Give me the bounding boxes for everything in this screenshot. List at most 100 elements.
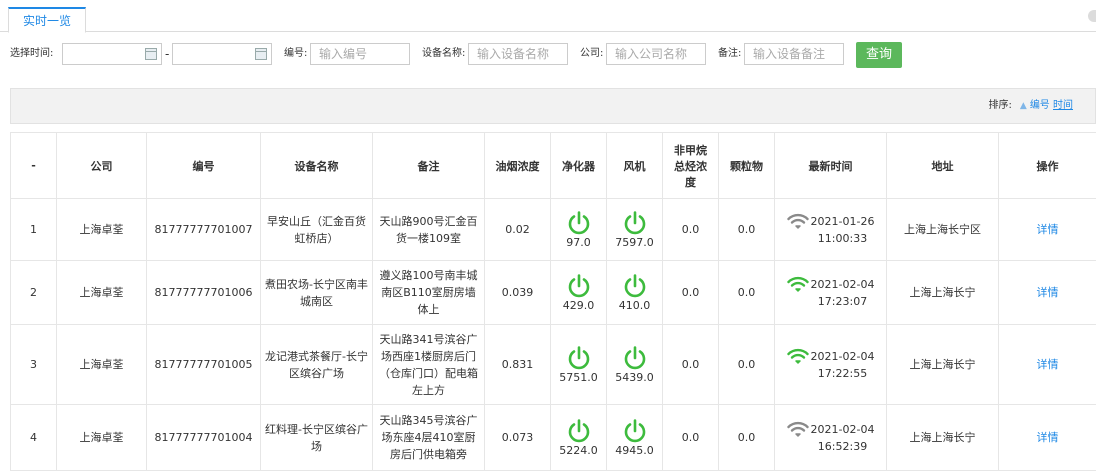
number-input[interactable]: 输入编号 xyxy=(310,43,410,65)
particles-text: 0.0 xyxy=(738,358,756,371)
detail-link[interactable]: 详情 xyxy=(1037,358,1059,371)
table-row: 2 上海卓荃 81777777701006 煮田农场-长宁区南丰城南区 遵义路1… xyxy=(11,261,1096,325)
power-icon xyxy=(566,345,592,371)
end-date-input[interactable] xyxy=(172,43,272,65)
scroll-indicator xyxy=(1088,10,1096,22)
nmhc-text: 0.0 xyxy=(682,223,700,236)
header-index: - xyxy=(11,133,57,199)
start-date-input[interactable] xyxy=(62,43,162,65)
cell-index: 3 xyxy=(11,325,57,405)
header-particles: 颗粒物 xyxy=(719,133,775,199)
sort-by-time-link[interactable]: 时间 xyxy=(1053,100,1073,111)
header-smoke: 油烟浓度 xyxy=(485,133,551,199)
power-icon xyxy=(622,345,648,371)
remark-text: 天山路900号汇金百货一楼109室 xyxy=(380,215,478,245)
cell-remark: 天山路900号汇金百货一楼109室 xyxy=(373,199,485,261)
company-label: 公司: xyxy=(580,42,603,66)
device-name-label: 设备名称: xyxy=(422,42,465,66)
device-table: - 公司 编号 设备名称 备注 油烟浓度 净化器 风机 非甲烷总烃浓度 颗粒物 … xyxy=(10,132,1096,471)
power-icon xyxy=(566,418,592,444)
cell-purifier: 5224.0 xyxy=(551,405,607,471)
cell-latest-time: 2021-01-2611:00:33 xyxy=(775,199,887,261)
cell-fan: 7597.0 xyxy=(607,199,663,261)
fan-value: 7597.0 xyxy=(611,236,658,249)
cell-action: 详情 xyxy=(999,405,1096,471)
company-input[interactable]: 输入公司名称 xyxy=(606,43,706,65)
table-row: 1 上海卓荃 81777777701007 早安山丘（汇金百货虹桥店） 天山路9… xyxy=(11,199,1096,261)
cell-action: 详情 xyxy=(999,199,1096,261)
cell-nmhc: 0.0 xyxy=(663,199,719,261)
cell-number: 81777777701005 xyxy=(147,325,261,405)
cell-number: 81777777701007 xyxy=(147,199,261,261)
cell-particles: 0.0 xyxy=(719,199,775,261)
cell-smoke: 0.039 xyxy=(485,261,551,325)
remark-input[interactable]: 输入设备备注 xyxy=(744,43,844,65)
tab-realtime-overview[interactable]: 实时一览 xyxy=(8,7,86,33)
cell-particles: 0.0 xyxy=(719,261,775,325)
fan-value: 410.0 xyxy=(611,299,658,312)
cell-device: 煮田农场-长宁区南丰城南区 xyxy=(261,261,373,325)
wifi-signal-icon xyxy=(787,348,809,364)
header-remark: 备注 xyxy=(373,133,485,199)
device-text: 煮田农场-长宁区南丰城南区 xyxy=(265,278,368,308)
cell-nmhc: 0.0 xyxy=(663,261,719,325)
address-text: 上海上海长宁 xyxy=(910,431,976,444)
device-name-input[interactable]: 输入设备名称 xyxy=(468,43,568,65)
wifi-signal-icon xyxy=(787,276,809,292)
date-text: 2021-02-04 xyxy=(811,350,875,363)
sort-by-number-link[interactable]: 编号 xyxy=(1030,100,1050,111)
cell-address: 上海上海长宁 xyxy=(887,405,999,471)
cell-purifier: 429.0 xyxy=(551,261,607,325)
query-button[interactable]: 查询 xyxy=(856,42,902,68)
remark-text: 天山路345号滨谷广场东座4层410室厨房后门供电箱旁 xyxy=(380,414,478,461)
date-text: 2021-01-26 xyxy=(811,215,875,228)
cell-action: 详情 xyxy=(999,261,1096,325)
cell-index: 4 xyxy=(11,405,57,471)
company-text: 上海卓荃 xyxy=(80,286,124,299)
index-text: 3 xyxy=(30,358,37,371)
detail-link[interactable]: 详情 xyxy=(1037,431,1059,444)
company-text: 上海卓荃 xyxy=(80,431,124,444)
cell-company: 上海卓荃 xyxy=(57,405,147,471)
cell-remark: 天山路345号滨谷广场东座4层410室厨房后门供电箱旁 xyxy=(373,405,485,471)
detail-link[interactable]: 详情 xyxy=(1037,223,1059,236)
nmhc-text: 0.0 xyxy=(682,286,700,299)
header-nmhc: 非甲烷总烃浓度 xyxy=(663,133,719,199)
power-icon xyxy=(566,273,592,299)
cell-index: 2 xyxy=(11,261,57,325)
time-text: 17:23:07 xyxy=(818,295,867,308)
cell-company: 上海卓荃 xyxy=(57,199,147,261)
cell-smoke: 0.831 xyxy=(485,325,551,405)
device-text: 早安山丘（汇金百货虹桥店） xyxy=(267,215,366,245)
cell-nmhc: 0.0 xyxy=(663,325,719,405)
particles-text: 0.0 xyxy=(738,286,756,299)
header-address: 地址 xyxy=(887,133,999,199)
tab-bar: 实时一览 xyxy=(0,0,1096,32)
header-number: 编号 xyxy=(147,133,261,199)
purifier-value: 5751.0 xyxy=(555,371,602,384)
wifi-signal-icon xyxy=(787,421,809,437)
cell-nmhc: 0.0 xyxy=(663,405,719,471)
header-company: 公司 xyxy=(57,133,147,199)
date-text: 2021-02-04 xyxy=(811,278,875,291)
up-arrow-icon: ▲ xyxy=(1020,101,1027,111)
header-fan: 风机 xyxy=(607,133,663,199)
header-purifier: 净化器 xyxy=(551,133,607,199)
smoke-text: 0.073 xyxy=(502,431,534,444)
cell-smoke: 0.02 xyxy=(485,199,551,261)
cell-device: 早安山丘（汇金百货虹桥店） xyxy=(261,199,373,261)
calendar-icon[interactable] xyxy=(145,48,157,60)
smoke-text: 0.831 xyxy=(502,358,534,371)
address-text: 上海上海长宁 xyxy=(910,358,976,371)
sort-label: 排序: xyxy=(989,100,1012,111)
cell-purifier: 5751.0 xyxy=(551,325,607,405)
remark-text: 天山路341号滨谷广场西座1楼厨房后门（仓库门口）配电箱左上方 xyxy=(379,333,478,397)
nmhc-text: 0.0 xyxy=(682,358,700,371)
sort-bar: 排序: ▲编号 时间 xyxy=(10,88,1096,124)
power-icon xyxy=(622,273,648,299)
remark-text: 遵义路100号南丰城南区B110室厨房墙体上 xyxy=(380,269,478,316)
calendar-icon[interactable] xyxy=(255,48,267,60)
time-text: 16:52:39 xyxy=(818,440,867,453)
particles-text: 0.0 xyxy=(738,223,756,236)
detail-link[interactable]: 详情 xyxy=(1037,286,1059,299)
